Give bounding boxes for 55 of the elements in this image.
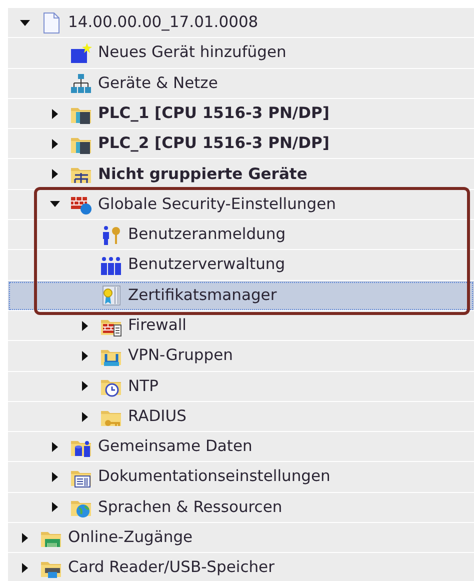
tree-row[interactable]: Benutzeranmeldung [8, 220, 474, 250]
tree-item-label: Nicht gruppierte Geräte [98, 164, 308, 184]
tree-row[interactable]: Card Reader/USB-Speicher [8, 553, 474, 581]
expand-arrow-icon[interactable] [50, 108, 60, 119]
tree-row[interactable]: Gemeinsame Daten [8, 432, 474, 462]
tree-item-label: Zertifikatsmanager [128, 284, 277, 306]
tree-item-label: RADIUS [128, 406, 186, 427]
tree-item-label: PLC_1 [CPU 1516-3 PN/DP] [98, 102, 330, 124]
collapse-arrow-icon[interactable] [20, 18, 30, 28]
tree-item-label: 14.00.00.00_17.01.0008 [68, 12, 258, 34]
tree-item-label: Geräte & Netze [98, 72, 218, 94]
tree-item-label: PLC_2 [CPU 1516-3 PN/DP] [98, 133, 330, 154]
tree-row[interactable]: PLC_2 [CPU 1516-3 PN/DP] [8, 129, 474, 160]
expand-arrow-icon[interactable] [80, 350, 90, 361]
certificate-icon [100, 284, 122, 306]
tree-item-label: Benutzerverwaltung [128, 254, 286, 276]
expand-arrow-icon[interactable] [80, 412, 90, 422]
tree-row[interactable]: VPN-Gruppen [8, 341, 474, 372]
tree-row[interactable]: NTP [8, 372, 474, 402]
tree-item-label: Globale Security-Einstellungen [98, 194, 336, 215]
tree-row[interactable]: Globale Security-Einstellungen [8, 190, 474, 220]
tree-row[interactable]: RADIUS [8, 402, 474, 432]
tree-row[interactable]: 14.00.00.00_17.01.0008 [8, 8, 474, 38]
tree-item-label: Dokumentationseinstellungen [98, 466, 330, 488]
tree-item-label: VPN-Gruppen [128, 345, 233, 366]
tree-row[interactable]: Neues Gerät hinzufügen [8, 38, 474, 69]
tree-item-label: Online-Zugänge [68, 527, 193, 548]
expand-arrow-icon[interactable] [80, 320, 90, 331]
users-icon [100, 254, 122, 276]
expand-arrow-icon[interactable] [80, 381, 90, 392]
tree-row[interactable]: Benutzerverwaltung [8, 250, 474, 281]
user-key-icon [100, 224, 122, 246]
tree-item-label: Firewall [128, 314, 186, 336]
expand-arrow-icon[interactable] [50, 472, 60, 482]
collapse-arrow-icon[interactable] [50, 199, 60, 210]
expand-arrow-icon[interactable] [50, 138, 60, 149]
device-star-icon [70, 42, 92, 64]
tree-row[interactable]: Sprachen & Ressourcen [8, 492, 474, 524]
expand-arrow-icon[interactable] [50, 502, 60, 512]
tree-item-label: Sprachen & Ressourcen [98, 496, 282, 518]
tree-item-label: NTP [128, 376, 158, 397]
tree-row[interactable]: PLC_1 [CPU 1516-3 PN/DP] [8, 98, 474, 130]
expand-arrow-icon[interactable] [20, 562, 30, 573]
tree-item-label: Card Reader/USB-Speicher [68, 557, 274, 578]
tree-row[interactable]: Nicht gruppierte Geräte [8, 159, 474, 190]
expand-arrow-icon[interactable] [20, 532, 30, 543]
tree-item-label: Gemeinsame Daten [98, 436, 252, 458]
tree-item-label: Benutzeranmeldung [128, 224, 286, 246]
tree-item-label: Neues Gerät hinzufügen [98, 42, 286, 64]
tree-row[interactable]: Geräte & Netze [8, 68, 474, 99]
tree-row[interactable]: Dokumentationseinstellungen [8, 462, 474, 493]
expand-arrow-icon[interactable] [50, 169, 60, 180]
tree-row[interactable]: Online-Zugänge [8, 523, 474, 554]
expand-arrow-icon[interactable] [50, 442, 60, 452]
network-icon [70, 72, 92, 94]
